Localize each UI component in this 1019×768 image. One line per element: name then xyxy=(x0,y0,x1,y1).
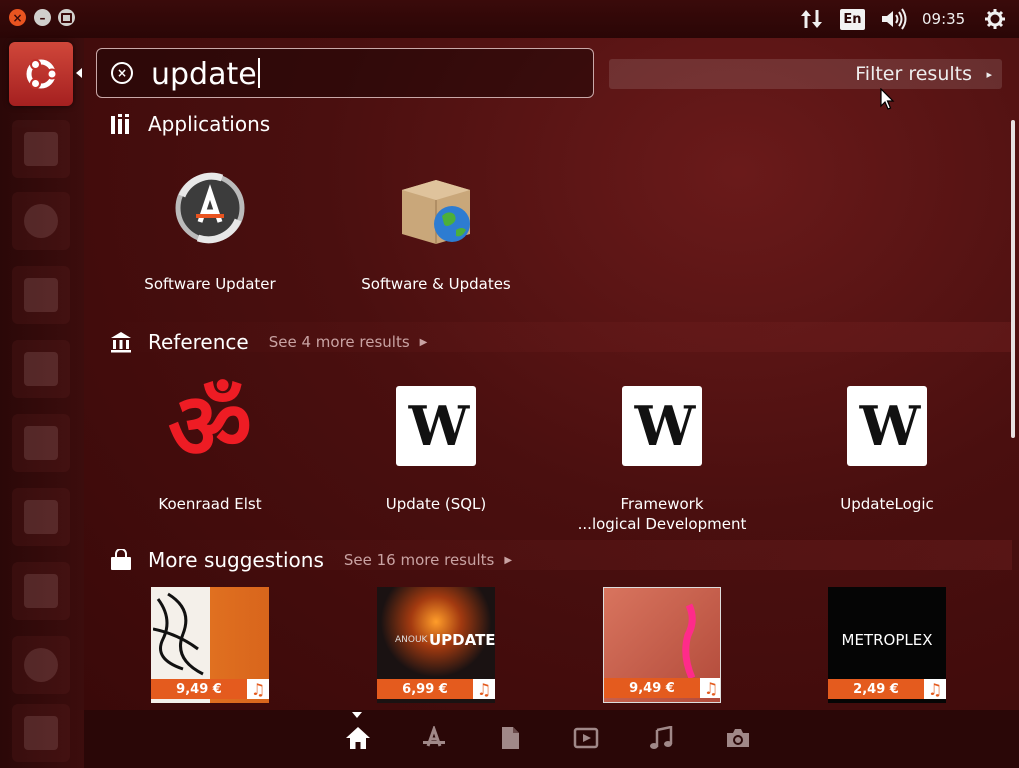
reference-category-header[interactable]: Reference See 4 more results ▶ xyxy=(110,330,427,354)
software-sources-icon xyxy=(402,180,470,244)
volume-icon[interactable] xyxy=(880,8,908,34)
applications-category-title: Applications xyxy=(148,112,271,136)
launcher-trash-icon[interactable] xyxy=(12,704,70,762)
session-gear-icon[interactable] xyxy=(984,8,1006,34)
search-query: update xyxy=(151,57,257,92)
clock[interactable]: 09:35 xyxy=(922,10,965,28)
launcher-calc-icon[interactable] xyxy=(12,340,70,398)
album-price: 2,49 € xyxy=(853,681,899,697)
price-strip: 9,49 € ♫ xyxy=(604,678,720,698)
result-label: Update (SQL) xyxy=(385,495,487,513)
result-software-updater[interactable]: Software Updater xyxy=(130,168,290,294)
price-strip: 6,99 € ♫ xyxy=(377,679,495,699)
window-minimize-button[interactable]: – xyxy=(34,9,51,26)
launcher-settings-icon[interactable] xyxy=(12,636,70,694)
suggestions-category-header[interactable]: More suggestions See 16 more results ▶ xyxy=(110,548,512,572)
album-price: 9,49 € xyxy=(176,681,222,697)
ubuntu-logo-icon xyxy=(26,59,58,89)
album-cover-title: METROPLEX xyxy=(841,631,933,649)
launcher-firefox-icon[interactable] xyxy=(12,192,70,250)
album-cover-title: UPDATE xyxy=(429,631,495,649)
applications-category-header[interactable]: Applications xyxy=(110,112,270,136)
lens-home-icon[interactable] xyxy=(344,724,372,752)
launcher-writer-icon[interactable] xyxy=(12,266,70,324)
search-input[interactable]: × update xyxy=(96,48,594,98)
window-close-button[interactable]: × xyxy=(9,9,26,26)
album-result-4[interactable]: METROPLEX 2,49 € ♫ xyxy=(828,587,946,703)
album-result-3[interactable]: 9,49 € ♫ xyxy=(603,587,721,703)
music-icon: ♫ xyxy=(700,678,720,698)
launcher-software-center-icon[interactable] xyxy=(12,488,70,546)
album-price: 9,49 € xyxy=(629,680,675,696)
window-maximize-button[interactable] xyxy=(58,9,75,26)
album-cover-small-text: ANOUK xyxy=(395,635,428,645)
result-label: Software Updater xyxy=(144,275,276,293)
result-label: Koenraad Elst xyxy=(158,495,262,513)
filter-results-label: Filter results xyxy=(855,63,972,85)
reference-icon xyxy=(111,332,131,353)
price-strip: 9,49 € ♫ xyxy=(151,679,269,699)
reference-category-title: Reference xyxy=(148,330,249,354)
keyboard-layout-indicator[interactable]: En xyxy=(840,9,865,30)
result-update-sql[interactable]: W Update (SQL) xyxy=(346,386,526,514)
wikipedia-icon: W xyxy=(847,386,927,466)
music-icon: ♫ xyxy=(247,679,269,699)
launcher-amazon-icon[interactable] xyxy=(12,562,70,620)
lens-music-icon[interactable] xyxy=(648,724,676,752)
result-label-line1: Framework xyxy=(620,495,704,513)
album-price: 6,99 € xyxy=(402,681,448,697)
result-updatelogic[interactable]: W UpdateLogic xyxy=(797,386,977,514)
shopping-bag-icon xyxy=(111,549,131,570)
album-cover-art xyxy=(682,603,696,680)
results-scrollbar[interactable] xyxy=(1011,120,1015,438)
mouse-pointer-icon xyxy=(880,88,895,110)
see-more-arrow-icon: ▶ xyxy=(419,336,428,348)
lens-photos-icon[interactable] xyxy=(724,724,752,752)
album-cover-art xyxy=(153,592,204,676)
launcher-files-icon[interactable] xyxy=(12,120,70,178)
launcher-impress-icon[interactable] xyxy=(12,414,70,472)
om-icon: ॐ xyxy=(168,373,252,480)
top-panel: × – En 09:35 xyxy=(0,0,1019,38)
launcher xyxy=(0,38,84,768)
filter-expand-arrow-icon: ▸ xyxy=(986,68,992,81)
result-label: UpdateLogic xyxy=(840,495,934,513)
text-caret xyxy=(257,58,260,88)
suggestions-see-more-link[interactable]: See 16 more results xyxy=(344,551,494,569)
see-more-arrow-icon: ▶ xyxy=(504,554,513,566)
music-icon: ♫ xyxy=(924,679,946,699)
lens-video-icon[interactable] xyxy=(572,724,600,752)
music-icon: ♫ xyxy=(473,679,495,699)
result-koenraad-elst[interactable]: ॐ Koenraad Elst xyxy=(130,372,290,514)
result-software-and-updates[interactable]: Software & Updates xyxy=(346,168,526,294)
filter-results-button[interactable]: Filter results ▸ xyxy=(609,59,1002,89)
wikipedia-icon: W xyxy=(622,386,702,466)
album-result-1[interactable]: 9,49 € ♫ xyxy=(151,587,269,703)
launcher-active-arrow xyxy=(76,68,82,78)
lens-applications-icon[interactable] xyxy=(420,724,448,752)
lens-bar xyxy=(84,710,1019,768)
clear-search-icon[interactable]: × xyxy=(111,62,133,84)
network-transfer-icon[interactable] xyxy=(800,8,824,34)
dash-home-button[interactable] xyxy=(9,42,73,106)
suggestions-category-title: More suggestions xyxy=(148,548,324,572)
result-framework[interactable]: W Framework ...logical Development xyxy=(562,386,762,534)
reference-see-more-link[interactable]: See 4 more results xyxy=(269,333,410,351)
software-updater-icon xyxy=(175,172,245,244)
result-label: Software & Updates xyxy=(361,275,511,293)
price-strip: 2,49 € ♫ xyxy=(828,679,946,699)
album-result-2[interactable]: ANOUK UPDATE 6,99 € ♫ xyxy=(377,587,495,703)
applications-icon xyxy=(111,114,129,134)
wikipedia-icon: W xyxy=(396,386,476,466)
active-lens-arrow xyxy=(352,712,362,718)
result-label-line2: ...logical Development xyxy=(577,515,747,533)
lens-files-icon[interactable] xyxy=(496,724,524,752)
